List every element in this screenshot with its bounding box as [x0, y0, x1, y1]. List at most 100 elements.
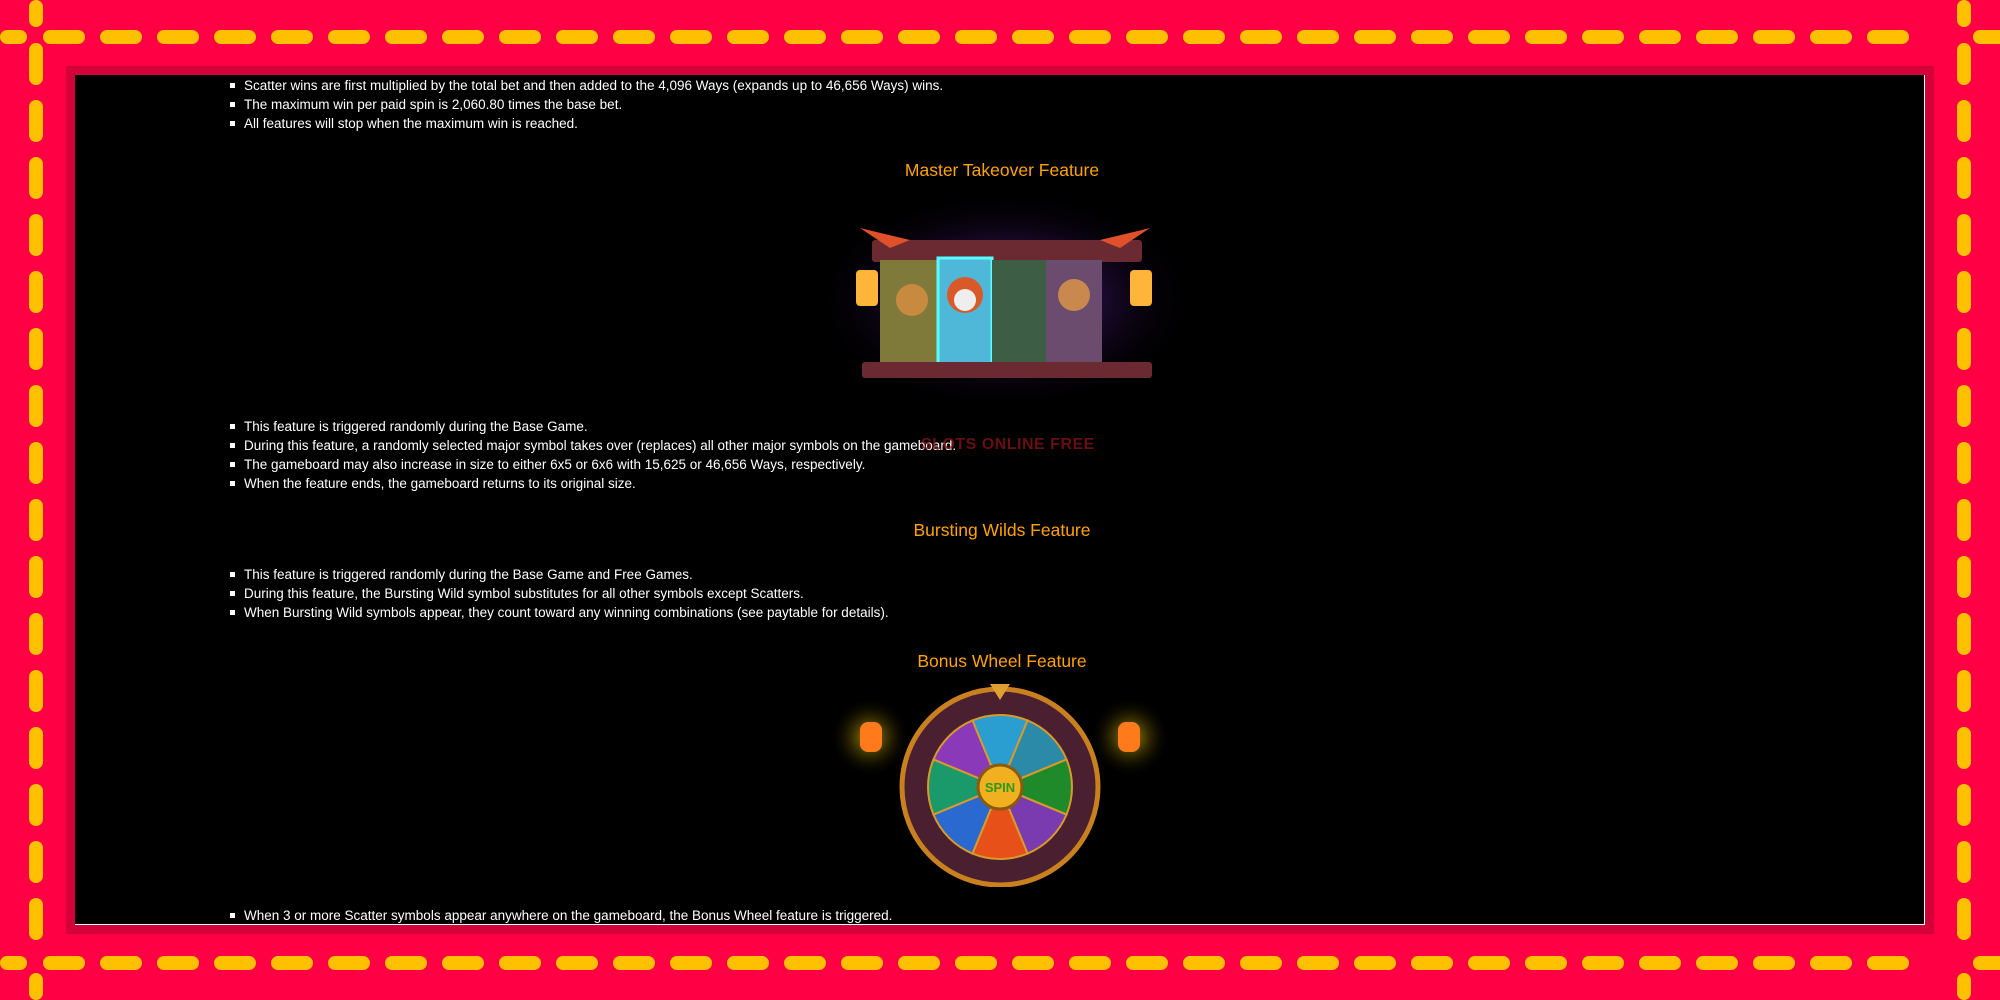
frame-dash [1525, 30, 1567, 44]
bonus-wheel-heading: Bonus Wheel Feature [917, 651, 1087, 671]
frame-dash [29, 727, 43, 769]
frame-dash [100, 30, 142, 44]
frame-dash [214, 956, 256, 970]
frame-dash [727, 956, 769, 970]
master-takeover-heading: Master Takeover Feature [904, 160, 1100, 180]
frame-dash [100, 956, 142, 970]
frame-dash [1957, 727, 1971, 769]
list-item: When Bursting Wild symbols appear, they … [230, 603, 889, 622]
intro-list: Scatter wins are first multiplied by the… [230, 76, 943, 133]
frame-dash [499, 956, 541, 970]
frame-dash [1411, 30, 1453, 44]
frame-dash [1957, 841, 1971, 883]
frame-dash [1973, 956, 2000, 970]
frame-dash [29, 214, 43, 256]
spin-label: SPIN [985, 780, 1015, 795]
frame-dash [1957, 973, 1971, 1000]
frame-dash [1810, 30, 1852, 44]
bonus-wheel-list: When 3 or more Scatter symbols appear an… [230, 906, 892, 924]
frame-dash [29, 385, 43, 427]
frame-dash [29, 973, 43, 1000]
frame-dash [385, 30, 427, 44]
frame-dash [29, 898, 43, 940]
master-takeover-list: This feature is triggered randomly durin… [230, 417, 956, 493]
list-item: When the feature ends, the gameboard ret… [230, 474, 956, 493]
bursting-wilds-heading: Bursting Wilds Feature [913, 520, 1091, 540]
frame-dash [784, 956, 826, 970]
frame-dash [670, 956, 712, 970]
frame-dash [1957, 214, 1971, 256]
frame-dash [1297, 30, 1339, 44]
frame-dash [1957, 556, 1971, 598]
frame-dash [1867, 956, 1909, 970]
list-item: All features will stop when the maximum … [230, 114, 943, 133]
frame-dash [1126, 956, 1168, 970]
frame-dash [1957, 157, 1971, 199]
list-item: The gameboard may also increase in size … [230, 455, 956, 474]
list-item: Scatter wins are first multiplied by the… [230, 76, 943, 95]
frame-dash [1973, 30, 2000, 44]
frame-dash [1639, 30, 1681, 44]
frame-dash [898, 956, 940, 970]
frame-dash [1696, 30, 1738, 44]
frame-dash [1957, 898, 1971, 940]
frame-dash [1582, 956, 1624, 970]
frame-dash [1582, 30, 1624, 44]
frame-dash [29, 499, 43, 541]
frame-dash [1468, 30, 1510, 44]
paytable-content[interactable]: Scatter wins are first multiplied by the… [75, 75, 1925, 925]
frame-dash [1297, 956, 1339, 970]
bonus-wheel-image: SPIN [830, 684, 1170, 887]
frame-dash [0, 956, 27, 970]
frame-dash [0, 30, 27, 44]
frame-dash [1069, 30, 1111, 44]
frame-dash [29, 100, 43, 142]
frame-dash [29, 670, 43, 712]
frame-dash [1012, 30, 1054, 44]
frame-dash [955, 956, 997, 970]
frame-dash [1957, 328, 1971, 370]
frame-dash [1411, 956, 1453, 970]
list-item: This feature is triggered randomly durin… [230, 417, 956, 436]
frame-dash [1240, 956, 1282, 970]
frame-dash [1957, 100, 1971, 142]
frame-dash [29, 442, 43, 484]
frame-dash [1126, 30, 1168, 44]
frame-dash [1957, 271, 1971, 313]
frame-dash [271, 956, 313, 970]
frame-dash [1468, 956, 1510, 970]
frame-dash [29, 841, 43, 883]
list-item: This feature is triggered randomly durin… [230, 565, 889, 584]
frame-dash [442, 30, 484, 44]
frame-dash [29, 328, 43, 370]
frame-dash [43, 956, 85, 970]
frame-dash [670, 30, 712, 44]
frame-dash [1183, 956, 1225, 970]
frame-dash [43, 30, 85, 44]
frame-dash [1957, 499, 1971, 541]
frame-dash [1957, 784, 1971, 826]
frame-dash [1069, 956, 1111, 970]
frame-dash [1696, 956, 1738, 970]
frame-dash [29, 613, 43, 655]
list-item: During this feature, the Bursting Wild s… [230, 584, 889, 603]
frame-dash [1957, 385, 1971, 427]
frame-dash [1183, 30, 1225, 44]
frame-dash [556, 30, 598, 44]
frame-dash [1639, 956, 1681, 970]
frame-dash [1240, 30, 1282, 44]
frame-dash [841, 956, 883, 970]
frame-dash [29, 157, 43, 199]
frame-dash [1867, 30, 1909, 44]
frame-dash [214, 30, 256, 44]
frame-dash [1354, 30, 1396, 44]
frame-dash [556, 956, 598, 970]
frame-dash [784, 30, 826, 44]
frame-dash [1957, 613, 1971, 655]
frame-dash [29, 0, 43, 27]
frame-dash [1957, 43, 1971, 85]
frame-dash [499, 30, 541, 44]
list-item: The maximum win per paid spin is 2,060.8… [230, 95, 943, 114]
list-item: During this feature, a randomly selected… [230, 436, 956, 455]
frame-dash [442, 956, 484, 970]
